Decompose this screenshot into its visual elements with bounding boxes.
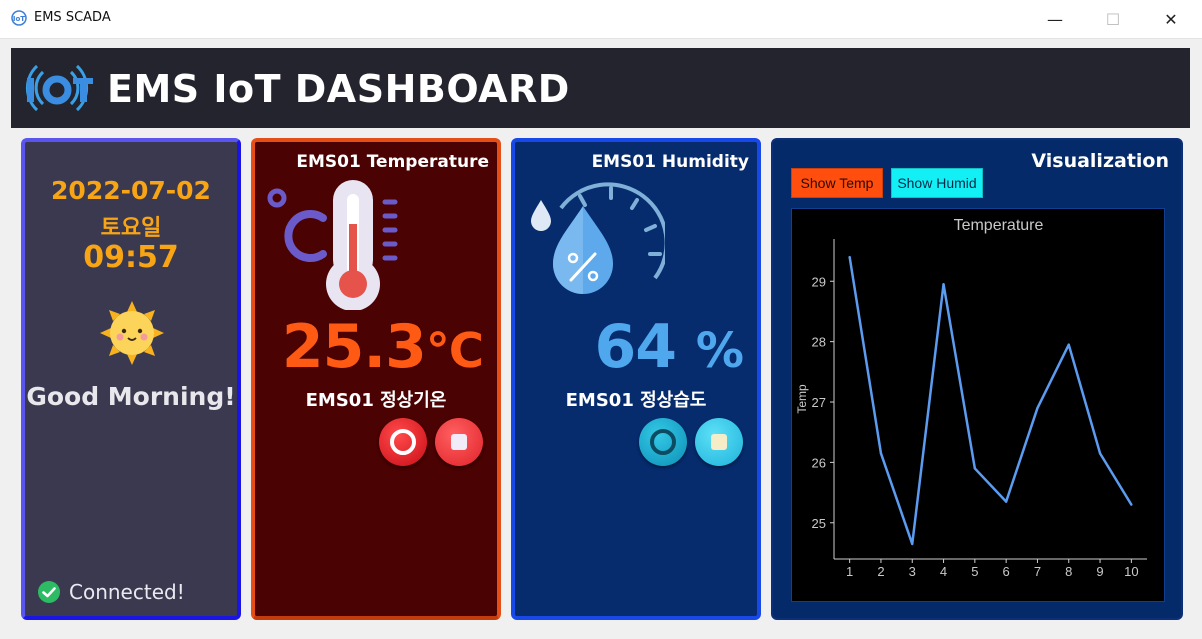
record-icon	[650, 429, 676, 455]
y-tick-label: 25	[812, 516, 826, 531]
close-icon: ✕	[1164, 9, 1178, 29]
x-tick-label: 5	[971, 564, 978, 579]
temperature-stop-button[interactable]	[435, 418, 483, 466]
check-circle-icon	[38, 581, 60, 603]
x-tick-label: 1	[846, 564, 853, 579]
visualization-panel: Visualization Show Temp Show Humid Tempe…	[771, 138, 1183, 620]
humidity-value: 64 %	[594, 312, 744, 382]
humidity-gauge-icon	[531, 182, 665, 294]
window-title: EMS SCADA	[34, 10, 111, 25]
y-tick-label: 26	[812, 455, 826, 470]
current-date: 2022-07-02	[51, 176, 211, 205]
x-tick-label: 2	[877, 564, 884, 579]
humidity-unit: %	[695, 323, 744, 379]
y-tick-label: 29	[812, 274, 826, 289]
temperature-data-point	[973, 467, 977, 470]
temperature-data-point	[1130, 503, 1133, 506]
humidity-controls	[639, 418, 743, 466]
y-tick-label: 28	[812, 335, 826, 350]
minimize-icon: —	[1047, 9, 1063, 29]
humidity-status: EMS01 정상습도	[565, 390, 707, 411]
day-of-week: 토요일	[100, 216, 162, 241]
stop-icon	[451, 434, 467, 450]
temperature-chart: Temperature 25 26 27 28 29 1 2 3 4 5 6 7 8 9 10 Temp	[795, 217, 1147, 579]
temperature-data-point	[911, 542, 914, 546]
connection-status-text: Connected!	[69, 580, 185, 604]
x-tick-label: 6	[1003, 564, 1010, 579]
temperature-panel: EMS01 Temperature 25.3℃ EMS01 정상기온	[251, 138, 501, 620]
humidity-panel: EMS01 Humidity 64 % EMS01 정상습도	[511, 138, 761, 620]
stop-icon	[711, 434, 727, 450]
temperature-status: EMS01 정상기온	[305, 390, 447, 411]
temperature-record-button[interactable]	[379, 418, 427, 466]
thermometer-icon	[267, 180, 398, 310]
greeting-text: Good Morning!	[26, 382, 236, 411]
temperature-number: 25.3	[281, 312, 427, 382]
visualization-title: Visualization	[1031, 150, 1169, 172]
temperature-value: 25.3℃	[281, 312, 484, 382]
connection-status: Connected!	[37, 580, 185, 604]
iot-logo-icon	[25, 64, 93, 112]
x-tick-label: 3	[909, 564, 916, 579]
app-icon: IoT	[11, 10, 27, 26]
record-icon	[390, 429, 416, 455]
y-tick-label: 27	[812, 395, 826, 410]
temperature-data-point	[1036, 406, 1039, 410]
minimize-button[interactable]: —	[1026, 0, 1084, 38]
show-humid-button[interactable]: Show Humid	[891, 168, 983, 198]
x-tick-label: 10	[1124, 564, 1138, 579]
temperature-data-point	[879, 452, 883, 455]
temperature-series-line	[848, 256, 1133, 546]
show-temp-button[interactable]: Show Temp	[791, 168, 883, 198]
temperature-data-point	[1004, 500, 1008, 503]
temperature-data-point	[1067, 343, 1070, 346]
maximize-icon: ☐	[1105, 9, 1121, 29]
svg-text:IoT: IoT	[13, 15, 25, 23]
chart-area: Temperature 25 26 27 28 29 1 2 3 4 5 6 7 8 9 10 Temp	[791, 208, 1165, 602]
datetime-panel: 2022-07-02 토요일 09:57 Good Morning! Conne…	[21, 138, 241, 620]
dashboard-title: EMS IoT DASHBOARD	[107, 67, 570, 111]
humidity-stop-button[interactable]	[695, 418, 743, 466]
current-time: 09:57	[83, 240, 179, 275]
x-tick-label: 7	[1034, 564, 1041, 579]
x-tick-label: 8	[1065, 564, 1072, 579]
humidity-number: 64	[594, 312, 677, 382]
sun-icon	[100, 301, 164, 365]
temperature-data-point	[942, 283, 945, 286]
temperature-unit: ℃	[425, 323, 484, 379]
humidity-panel-title: EMS01 Humidity	[591, 152, 749, 172]
x-tick-label: 4	[940, 564, 947, 579]
temperature-controls	[379, 418, 483, 466]
temperature-data-point	[1098, 452, 1102, 455]
temperature-panel-title: EMS01 Temperature	[296, 152, 489, 172]
dashboard-header: EMS IoT DASHBOARD	[11, 48, 1190, 128]
chart-title: Temperature	[954, 217, 1044, 234]
temperature-data-point	[848, 255, 851, 259]
humidity-record-button[interactable]	[639, 418, 687, 466]
window-titlebar: IoT EMS SCADA — ☐ ✕	[0, 0, 1202, 39]
x-tick-label: 9	[1096, 564, 1103, 579]
close-button[interactable]: ✕	[1142, 0, 1200, 38]
maximize-button[interactable]: ☐	[1084, 0, 1142, 38]
y-axis-label: Temp	[795, 384, 809, 414]
